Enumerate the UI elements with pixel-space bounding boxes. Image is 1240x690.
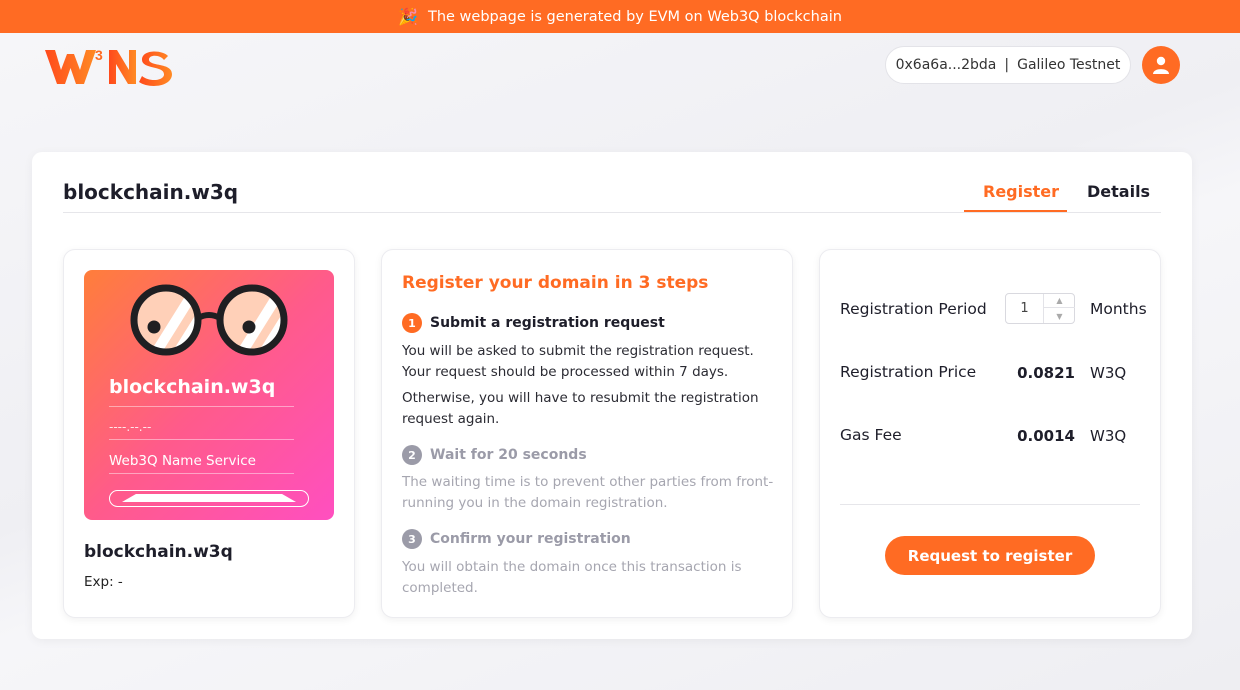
registration-divider xyxy=(840,504,1140,505)
domain-title: blockchain.w3q xyxy=(63,180,239,204)
nft-progress-bar xyxy=(109,490,309,507)
gas-fee-label: Gas Fee xyxy=(840,426,902,444)
gas-fee-value: 0.0014 xyxy=(1017,427,1075,445)
step-3-text: You will obtain the domain once this tra… xyxy=(402,559,742,596)
domain-card: blockchain.w3q Register Details blockcha… xyxy=(32,152,1192,639)
party-popper-icon: 🎉 xyxy=(398,6,418,26)
top-banner: 🎉 The webpage is generated by EVM on Web… xyxy=(0,0,1240,33)
banner-text: The webpage is generated by EVM on Web3Q… xyxy=(427,8,842,25)
registration-price-label: Registration Price xyxy=(840,363,977,381)
nft-service-name: Web3Q Name Service xyxy=(109,453,256,469)
title-divider xyxy=(63,212,1161,213)
nft-divider xyxy=(109,439,294,440)
step-2-title: Wait for 20 seconds xyxy=(430,447,587,463)
expiry-label: Exp: - xyxy=(84,574,123,590)
nft-panel: blockchain.w3q ----.--.-- Web3Q Name Ser… xyxy=(63,249,355,618)
w3ns-logo[interactable]: 3 xyxy=(43,44,173,86)
glasses-icon xyxy=(130,284,288,356)
step-1-header: 1 Submit a registration request xyxy=(402,313,665,333)
period-input[interactable]: 1 xyxy=(1006,294,1043,323)
step-1-title: Submit a registration request xyxy=(430,315,665,331)
nft-card-image: blockchain.w3q ----.--.-- Web3Q Name Ser… xyxy=(84,270,334,520)
step-2-number-icon: 2 xyxy=(402,445,422,465)
registration-price-unit: W3Q xyxy=(1090,364,1127,382)
wallet-pill[interactable]: 0x6a6a...2bda | Galileo Testnet xyxy=(885,46,1131,84)
nft-progress-fill xyxy=(122,494,296,502)
account-button[interactable] xyxy=(1142,46,1180,84)
period-stepper[interactable]: 1 ▲ ▼ xyxy=(1005,293,1075,324)
period-unit: Months xyxy=(1090,300,1147,318)
step-1-note: Otherwise, you will have to resubmit the… xyxy=(402,390,759,427)
steps-panel: Register your domain in 3 steps 1 Submit… xyxy=(381,249,793,618)
step-3-number-icon: 3 xyxy=(402,529,422,549)
nft-divider xyxy=(109,406,294,407)
chevron-up-icon[interactable]: ▲ xyxy=(1044,294,1075,308)
wallet-separator: | xyxy=(1004,57,1010,73)
stepper-buttons: ▲ ▼ xyxy=(1043,294,1075,323)
step-1-text: You will be asked to submit the registra… xyxy=(402,343,754,380)
active-tab-indicator xyxy=(964,210,1067,212)
gas-fee-unit: W3Q xyxy=(1090,427,1127,445)
wallet-address: 0x6a6a...2bda xyxy=(895,57,997,73)
registration-period-label: Registration Period xyxy=(840,300,987,318)
step-2-text: The waiting time is to prevent other par… xyxy=(402,474,774,511)
registration-panel: Registration Period 1 ▲ ▼ Months Registr… xyxy=(819,249,1161,618)
nft-date: ----.--.-- xyxy=(109,420,152,434)
network-name: Galileo Testnet xyxy=(1017,57,1121,73)
steps-title: Register your domain in 3 steps xyxy=(402,273,709,293)
svg-text:3: 3 xyxy=(95,47,103,63)
registration-price-value: 0.0821 xyxy=(1017,364,1075,382)
request-to-register-button[interactable]: Request to register xyxy=(885,536,1095,575)
step-3-header: 3 Confirm your registration xyxy=(402,529,631,549)
step-1-number-icon: 1 xyxy=(402,313,422,333)
nft-domain-name: blockchain.w3q xyxy=(109,376,276,398)
tab-register[interactable]: Register xyxy=(983,182,1059,201)
tab-details[interactable]: Details xyxy=(1087,182,1150,201)
step-2-header: 2 Wait for 20 seconds xyxy=(402,445,587,465)
nft-caption: blockchain.w3q xyxy=(84,542,233,562)
step-3-title: Confirm your registration xyxy=(430,531,631,547)
user-icon xyxy=(1153,56,1169,74)
chevron-down-icon[interactable]: ▼ xyxy=(1044,309,1075,323)
nft-divider xyxy=(109,473,294,474)
